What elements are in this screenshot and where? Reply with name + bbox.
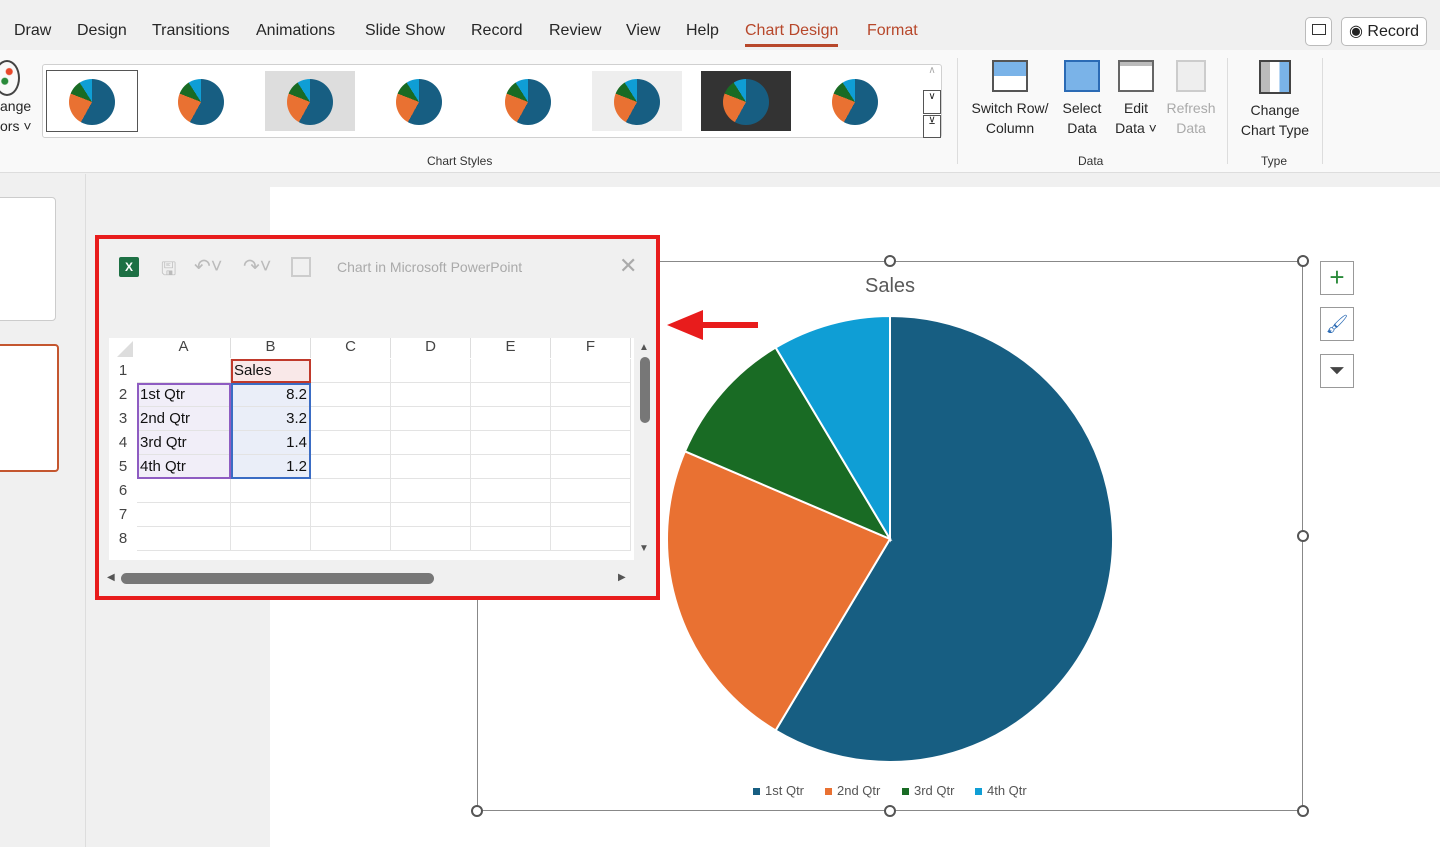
cell[interactable] <box>551 455 631 479</box>
legend-label: 3rd Qtr <box>914 783 955 798</box>
cell[interactable] <box>231 479 311 503</box>
row-header[interactable]: 4 <box>109 431 137 455</box>
row-header[interactable]: 2 <box>109 383 137 407</box>
resize-handle[interactable] <box>1297 530 1309 542</box>
cell[interactable] <box>311 359 391 383</box>
scroll-right-arrow[interactable]: ▶ <box>618 572 626 583</box>
cell[interactable] <box>391 479 471 503</box>
cell[interactable] <box>137 359 231 383</box>
chart-title: Sales <box>865 275 915 297</box>
cell[interactable] <box>551 383 631 407</box>
cell[interactable] <box>471 503 551 527</box>
legend-label: 2nd Qtr <box>837 783 881 798</box>
edit-in-excel-icon[interactable] <box>291 257 311 277</box>
cell[interactable] <box>391 455 471 479</box>
values-range <box>231 383 311 479</box>
legend-swatch <box>975 788 982 795</box>
category-range <box>137 383 231 479</box>
row-header[interactable]: 1 <box>109 359 137 383</box>
legend-swatch <box>902 788 909 795</box>
cell[interactable] <box>471 479 551 503</box>
row-header[interactable]: 6 <box>109 479 137 503</box>
scroll-left-arrow[interactable]: ◀ <box>107 572 115 583</box>
horizontal-scrollbar[interactable] <box>121 573 434 584</box>
legend-swatch <box>825 788 832 795</box>
red-arrow-annotation <box>667 310 758 340</box>
legend-label: 1st Qtr <box>765 783 805 798</box>
resize-handle[interactable] <box>1297 255 1309 267</box>
cell[interactable] <box>311 503 391 527</box>
legend-item: 4th Qtr <box>975 783 1027 798</box>
cell[interactable] <box>471 407 551 431</box>
vertical-scrollbar[interactable] <box>640 357 650 423</box>
cell[interactable] <box>551 503 631 527</box>
column-header-D[interactable]: D <box>391 338 471 358</box>
excel-icon: X <box>119 257 139 277</box>
series-name-range <box>231 359 311 383</box>
scroll-down-arrow[interactable]: ▼ <box>639 543 649 554</box>
cell[interactable] <box>391 503 471 527</box>
brush-icon: 🖌 <box>1325 314 1349 334</box>
undo-icon[interactable]: ↶˅ <box>194 254 222 279</box>
cell[interactable] <box>391 527 471 551</box>
resize-handle[interactable] <box>884 255 896 267</box>
save-icon[interactable]: 🖫 <box>161 257 176 287</box>
column-header-A[interactable]: A <box>137 338 231 358</box>
column-header-B[interactable]: B <box>231 338 311 358</box>
cell[interactable] <box>391 431 471 455</box>
cell[interactable] <box>311 455 391 479</box>
cell[interactable] <box>551 431 631 455</box>
legend-label: 4th Qtr <box>987 783 1027 798</box>
spreadsheet-grid[interactable]: A B C D E F 1 Sales 2 1st Qtr 8.2 3 2nd Qtr 3.2 4 3rd Q… <box>109 338 634 560</box>
cell[interactable] <box>231 503 311 527</box>
row-header[interactable]: 3 <box>109 407 137 431</box>
resize-handle[interactable] <box>884 805 896 817</box>
resize-handle[interactable] <box>1297 805 1309 817</box>
column-header-E[interactable]: E <box>471 338 551 358</box>
dialog-title: Chart in Microsoft PowerPoint <box>337 259 523 275</box>
excel-data-dialog: X 🖫 ↶˅ ↷˅ Chart in Microsoft PowerPoint … <box>95 235 660 600</box>
row-header[interactable]: 5 <box>109 455 137 479</box>
cell[interactable] <box>551 527 631 551</box>
legend-swatch <box>753 788 760 795</box>
resize-handle[interactable] <box>471 805 483 817</box>
cell[interactable] <box>471 455 551 479</box>
select-all-corner[interactable] <box>117 341 133 357</box>
cell[interactable] <box>311 479 391 503</box>
cell[interactable] <box>311 527 391 551</box>
cell[interactable] <box>471 431 551 455</box>
redo-icon[interactable]: ↷˅ <box>243 254 271 279</box>
column-header-C[interactable]: C <box>311 338 391 358</box>
cell[interactable] <box>391 407 471 431</box>
chart-styles-button[interactable]: 🖌 <box>1320 307 1354 341</box>
cell[interactable] <box>471 359 551 383</box>
cell[interactable] <box>137 479 231 503</box>
legend-item: 3rd Qtr <box>902 783 954 798</box>
cell[interactable] <box>311 431 391 455</box>
cell[interactable] <box>137 527 231 551</box>
chart-elements-button[interactable]: + <box>1320 261 1354 295</box>
cell[interactable] <box>471 383 551 407</box>
cell[interactable] <box>137 503 231 527</box>
column-header-F[interactable]: F <box>551 338 631 358</box>
close-icon[interactable]: ✕ <box>619 253 637 279</box>
chart-filters-button[interactable]: ⏷ <box>1320 354 1354 388</box>
cell[interactable] <box>551 407 631 431</box>
legend-item: 2nd Qtr <box>825 783 880 798</box>
filter-icon: ⏷ <box>1329 360 1345 382</box>
cell[interactable] <box>471 527 551 551</box>
row-header[interactable]: 8 <box>109 527 137 551</box>
plus-icon: + <box>1329 262 1345 292</box>
row-header[interactable]: 7 <box>109 503 137 527</box>
cell[interactable] <box>391 383 471 407</box>
cell[interactable] <box>551 359 631 383</box>
cell[interactable] <box>551 479 631 503</box>
scroll-up-arrow[interactable]: ▲ <box>639 342 649 353</box>
cell[interactable] <box>231 527 311 551</box>
legend-item: 1st Qtr <box>753 783 804 798</box>
cell[interactable] <box>391 359 471 383</box>
cell[interactable] <box>311 407 391 431</box>
cell[interactable] <box>311 383 391 407</box>
